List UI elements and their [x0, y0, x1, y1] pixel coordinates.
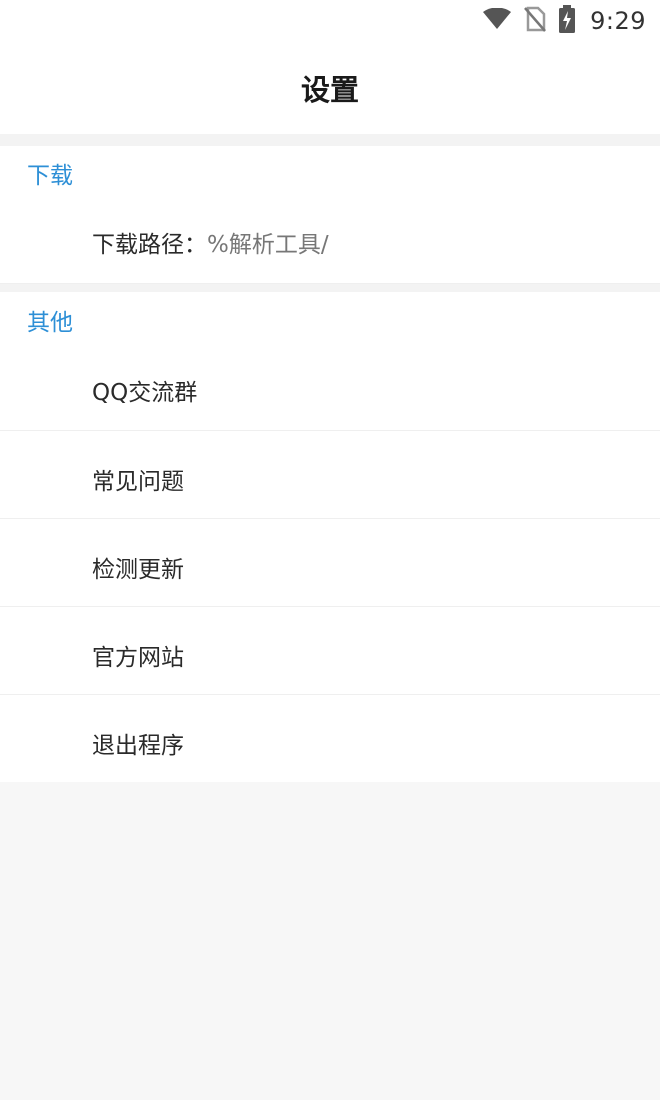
exit-app-label: 退出程序: [92, 733, 184, 759]
battery-charging-icon: [558, 5, 576, 37]
status-bar: 9:29: [0, 0, 660, 42]
section-title-other: 其他: [27, 310, 73, 336]
faq-label: 常见问题: [92, 469, 184, 495]
check-update-row[interactable]: 检测更新: [0, 519, 660, 607]
section-header-other: 其他: [0, 292, 660, 342]
download-path-text: 下载路径：%解析工具/: [92, 225, 329, 259]
download-path-label: 下载路径：: [92, 232, 207, 258]
page-title: 设置: [300, 73, 359, 107]
download-path-value: %解析工具/: [207, 232, 329, 258]
empty-area: [0, 782, 660, 1100]
wifi-icon: [482, 7, 512, 34]
check-update-label: 检测更新: [92, 557, 184, 583]
exit-app-row[interactable]: 退出程序: [0, 695, 660, 782]
section-title-download: 下载: [27, 163, 73, 189]
qq-group-label: QQ交流群: [92, 380, 198, 406]
section-divider: [0, 284, 660, 292]
official-website-label: 官方网站: [92, 645, 184, 671]
official-website-row[interactable]: 官方网站: [0, 607, 660, 695]
download-path-row[interactable]: 下载路径：%解析工具/: [0, 194, 660, 284]
section-divider: [0, 134, 660, 146]
section-header-download: 下载: [0, 146, 660, 194]
app-header: 设置: [0, 42, 660, 134]
status-icons: 9:29: [482, 5, 646, 37]
status-time: 9:29: [590, 7, 646, 35]
faq-row[interactable]: 常见问题: [0, 431, 660, 519]
qq-group-row[interactable]: QQ交流群: [0, 342, 660, 431]
no-sim-icon: [524, 6, 547, 36]
